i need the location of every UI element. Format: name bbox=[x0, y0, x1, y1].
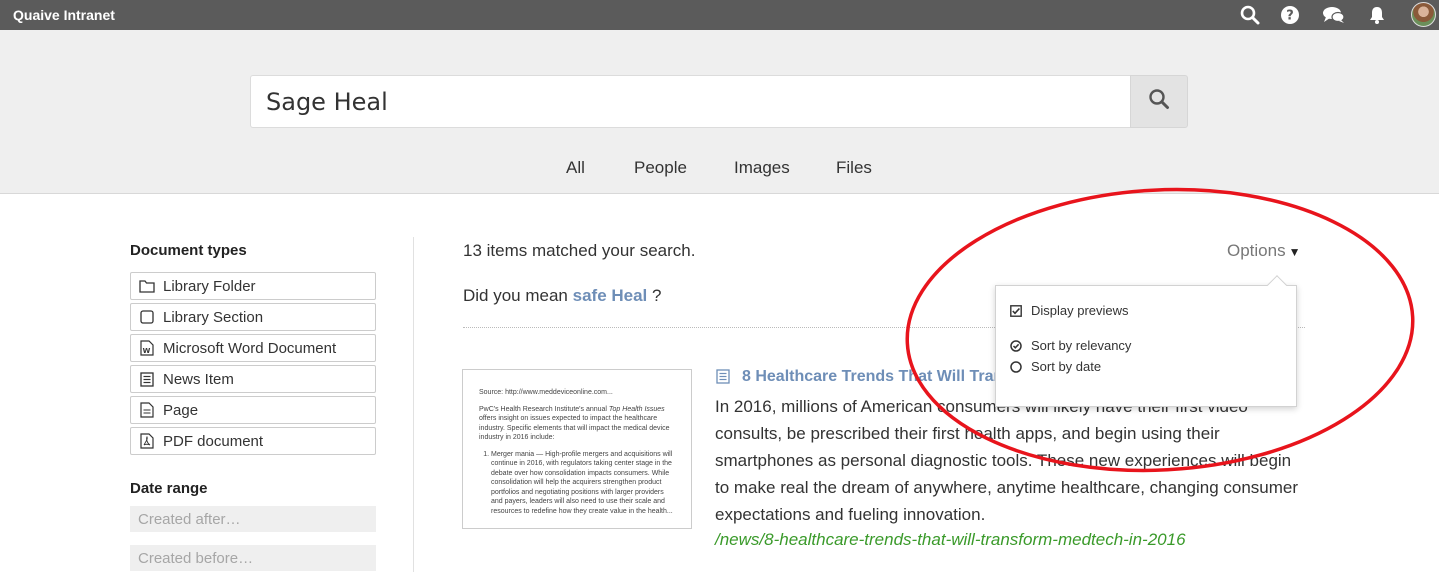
did-you-mean: Did you mean safe Heal ? bbox=[463, 286, 662, 306]
display-previews-option[interactable]: Display previews bbox=[1010, 303, 1129, 318]
result-preview-thumbnail[interactable]: Source: http://www.meddeviceonline.com..… bbox=[462, 369, 692, 529]
options-toggle[interactable]: Options ▼ bbox=[1227, 241, 1300, 261]
search-icon[interactable] bbox=[1239, 4, 1261, 26]
sort-by-date-option[interactable]: Sort by date bbox=[1010, 359, 1101, 374]
facet-page[interactable]: Page bbox=[130, 396, 376, 424]
facet-label: Microsoft Word Document bbox=[163, 339, 337, 357]
word-icon: W bbox=[139, 340, 155, 356]
square-icon bbox=[139, 309, 155, 325]
news-icon bbox=[139, 371, 155, 387]
facet-library-section[interactable]: Library Section bbox=[130, 303, 376, 331]
options-label: Options bbox=[1227, 241, 1286, 260]
did-you-mean-suffix: ? bbox=[652, 286, 662, 305]
svg-text:?: ? bbox=[1286, 9, 1294, 24]
facet-library-folder[interactable]: Library Folder bbox=[130, 272, 376, 300]
tab-people[interactable]: People bbox=[634, 158, 687, 178]
sort-by-relevancy-label: Sort by relevancy bbox=[1031, 338, 1132, 353]
created-after-input[interactable] bbox=[130, 506, 376, 532]
facet-word-document[interactable]: W Microsoft Word Document bbox=[130, 334, 376, 362]
preview-source: Source: http://www.meddeviceonline.com..… bbox=[479, 389, 613, 396]
preview-list-item: Merger mania — High-profile mergers and … bbox=[491, 450, 675, 517]
result-url[interactable]: /news/8-healthcare-trends-that-will-tran… bbox=[715, 530, 1186, 550]
document-types-heading: Document types bbox=[130, 242, 247, 259]
facet-pdf-document[interactable]: PDF document bbox=[130, 427, 376, 455]
preview-list: Merger mania — High-profile mergers and … bbox=[479, 450, 675, 517]
tab-files[interactable]: Files bbox=[836, 158, 872, 178]
app-title[interactable]: Quaive Intranet bbox=[13, 7, 115, 23]
facet-label: PDF document bbox=[163, 432, 264, 450]
dropdown-arrow bbox=[1267, 275, 1287, 295]
did-you-mean-link[interactable]: safe Heal bbox=[573, 286, 648, 305]
options-dropdown: Display previews Sort by relevancy Sort … bbox=[995, 275, 1297, 407]
page-icon bbox=[139, 402, 155, 418]
did-you-mean-prefix: Did you mean bbox=[463, 286, 568, 305]
sort-by-date-label: Sort by date bbox=[1031, 359, 1102, 374]
result-snippet: In 2016, millions of American consumers … bbox=[715, 397, 1299, 524]
search-icon bbox=[1148, 88, 1170, 115]
tab-images[interactable]: Images bbox=[734, 158, 790, 178]
help-icon[interactable]: ? bbox=[1279, 4, 1301, 26]
tab-all[interactable]: All bbox=[566, 158, 585, 178]
user-avatar[interactable] bbox=[1411, 2, 1436, 27]
created-before-input[interactable] bbox=[130, 545, 376, 571]
column-divider bbox=[413, 237, 414, 572]
search-tabs: All People Images Files bbox=[0, 158, 1439, 182]
top-bar: Quaive Intranet ? bbox=[0, 0, 1439, 30]
radio-unchecked-icon bbox=[1010, 360, 1022, 373]
preview-intro: PwC's Health Research Institute's annual… bbox=[479, 405, 670, 442]
bell-icon[interactable] bbox=[1366, 4, 1388, 26]
folder-icon bbox=[139, 278, 155, 294]
search-input[interactable] bbox=[250, 75, 1131, 128]
news-icon bbox=[716, 369, 732, 385]
facet-label: Library Folder bbox=[163, 277, 256, 295]
search-button[interactable] bbox=[1130, 75, 1188, 128]
facet-label: Library Section bbox=[163, 308, 264, 326]
checkbox-checked-icon bbox=[1010, 304, 1022, 317]
chat-icon[interactable] bbox=[1322, 4, 1345, 26]
radio-checked-icon bbox=[1010, 339, 1022, 352]
pdf-icon bbox=[139, 433, 155, 449]
sort-by-relevancy-option[interactable]: Sort by relevancy bbox=[1010, 338, 1131, 353]
date-range-heading: Date range bbox=[130, 480, 208, 497]
facet-label: Page bbox=[163, 401, 199, 419]
result-count: 13 items matched your search. bbox=[463, 241, 696, 260]
facet-label: News Item bbox=[163, 370, 234, 388]
facet-news-item[interactable]: News Item bbox=[130, 365, 376, 393]
caret-down-icon: ▼ bbox=[1288, 245, 1301, 259]
svg-text:W: W bbox=[143, 347, 151, 355]
display-previews-label: Display previews bbox=[1031, 303, 1129, 318]
